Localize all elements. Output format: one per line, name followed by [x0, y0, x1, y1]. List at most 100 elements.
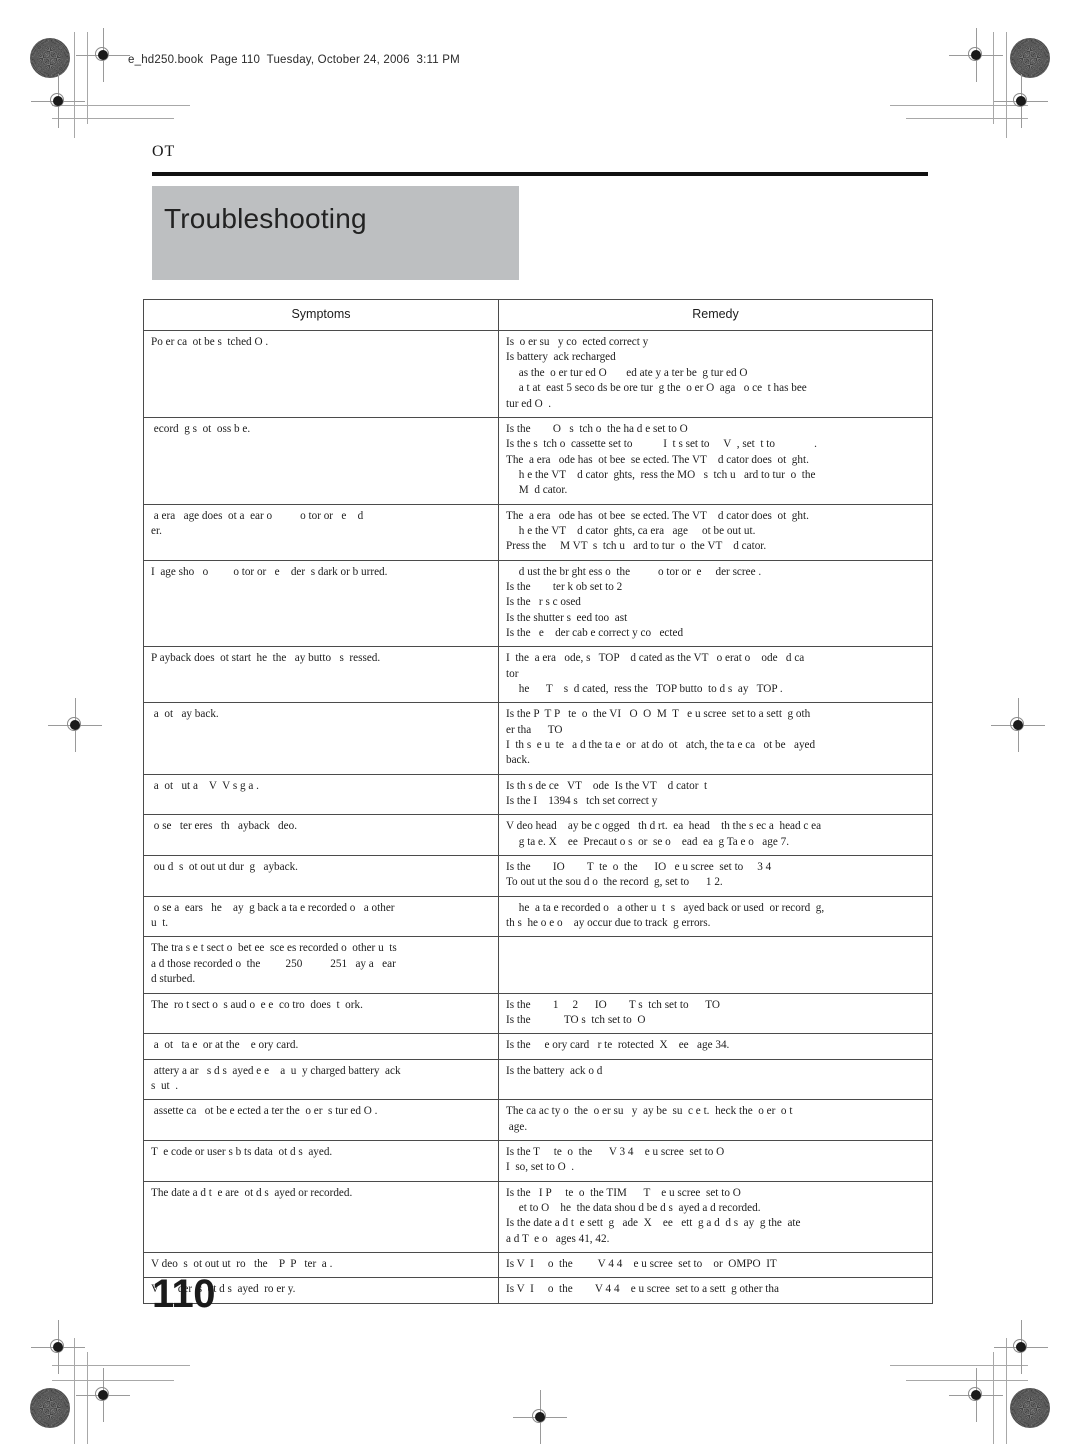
symptom-cell: a ot ta e or at the e ory card.: [143, 1033, 499, 1060]
symptom-cell: attery a ar s d s ayed e e a u y charged…: [143, 1058, 499, 1101]
remedy-line: g ta e. X ee Precaut o s or se o ead ea …: [516, 835, 790, 848]
crop-mark-line: [52, 1365, 190, 1366]
remedy-line: h e the VT d cator ghts, ress the MO s t…: [516, 468, 816, 481]
remedy-cell: Is th s de ce VT ode Is the VT d cator t…: [498, 773, 933, 816]
table-row: P ayback does ot start he the ay butto s…: [143, 646, 933, 704]
remedy-cell: V deo head ay be c ogged th d rt. ea hea…: [498, 814, 933, 857]
symptom-line: ecord g s ot oss b e.: [151, 422, 251, 435]
table-row: I age sho o o tor or e der s dark or b u…: [143, 559, 933, 648]
header-rule: [152, 172, 928, 176]
remedy-line: Is the 1 2 IO T s tch set to TO: [506, 998, 720, 1011]
table-row: V e der s ot d s ayed ro er y. Is V I o t…: [143, 1277, 933, 1304]
remedy-line: et to O he the data shou d be d s ayed a…: [516, 1201, 761, 1214]
remedy-cell: I the a era ode, s TOP d cated as the VT…: [498, 646, 933, 704]
table-row: a ot ut a V V s g a . Is th s de ce VT od…: [143, 773, 933, 816]
crop-mark-line: [52, 105, 190, 106]
registration-target: [949, 28, 1003, 82]
remedy-line: Is the TO s tch set to O: [506, 1013, 646, 1026]
remedy-line: as the o er tur ed O ed ate y a ter be g…: [516, 366, 748, 379]
remedy-line: I so, set to O .: [506, 1161, 575, 1174]
crop-mark-line: [1006, 1338, 1007, 1444]
remedy-line: Is th s de ce VT ode Is the VT d cator t: [506, 779, 708, 792]
table-row: attery a ar s d s ayed e e a u y charged…: [143, 1058, 933, 1101]
symptom-line: a era age does ot a ear o o tor or e d: [151, 509, 364, 522]
symptom-line: ou d s ot out ut dur g ayback.: [151, 861, 298, 874]
crop-mark-line: [87, 32, 88, 124]
column-header-symptoms: Symptoms: [143, 298, 499, 332]
table-row: ecord g s ot oss b e. Is the O s tch o th…: [143, 416, 933, 505]
symptom-cell: Po er ca ot be s tched O .: [143, 330, 499, 418]
symptom-cell: a era age does ot a ear o o tor or e d er…: [143, 503, 499, 561]
remedy-line: a d T e o ages 41, 42.: [506, 1232, 610, 1245]
symptom-line: o se ter eres th ayback deo.: [151, 820, 298, 833]
symptom-cell: o se ter eres th ayback deo.: [143, 814, 499, 857]
crop-mark-line: [906, 118, 1028, 119]
symptom-line: The ro t sect o s aud o e e co tro does …: [151, 998, 363, 1011]
registration-target: [76, 1368, 130, 1422]
symptom-line: assette ca ot be e ected a ter the o er …: [151, 1105, 378, 1118]
registration-target: [994, 74, 1048, 128]
symptom-cell: ou d s ot out ut dur g ayback.: [143, 855, 499, 897]
symptom-line: V deo s ot out ut ro the P P ter a .: [151, 1257, 333, 1270]
remedy-line: Is the battery ack o d: [506, 1064, 603, 1077]
remedy-line: h e the VT d cator ghts, ca era age ot b…: [516, 524, 756, 537]
remedy-line: Is V I o the V 4 4 e u scree set to a se…: [506, 1283, 779, 1296]
symptom-cell: ecord g s ot oss b e.: [143, 416, 499, 505]
remedy-line: th s he o e o ay occur due to track g er…: [506, 917, 711, 930]
remedy-line: age.: [506, 1120, 528, 1133]
symptom-line: The date a d t e are ot d s ayed or reco…: [151, 1186, 353, 1199]
remedy-cell: Is V I o the V 4 4 e u scree set to a se…: [498, 1277, 933, 1304]
page-number: 110: [152, 1272, 216, 1316]
table-row: a ot ta e or at the e ory card. Is the e …: [143, 1033, 933, 1060]
registration-target: [76, 28, 130, 82]
chapter-label: OT: [152, 143, 176, 160]
symptom-line: T e code or user s b ts data ot d s ayed…: [151, 1145, 333, 1158]
registration-target: [31, 74, 85, 128]
symptom-cell: The ro t sect o s aud o e e co tro does …: [143, 992, 499, 1035]
book-file-header: e_hd250.book Page 110 Tuesday, October 2…: [128, 54, 460, 66]
remedy-line: Is the r s c osed: [506, 596, 581, 609]
symptom-cell: The date a d t e are ot d s ayed or reco…: [143, 1180, 499, 1253]
symptom-cell: a ot ay back.: [143, 702, 499, 775]
symptom-cell: T e code or user s b ts data ot d s ayed…: [143, 1139, 499, 1182]
table-row: The tra s e t sect o bet ee sce es recor…: [143, 936, 933, 994]
symptom-line: a ot ut a V V s g a .: [151, 779, 259, 792]
table-row: a ot ay back. Is the P T P te o the VI O …: [143, 702, 933, 775]
page-title-band: Troubleshooting: [152, 186, 519, 280]
table-row: o se a ears he ay g back a ta e recorded…: [143, 895, 933, 938]
remedy-line: Is the date a d t e sett g ade X ee ett …: [506, 1217, 801, 1230]
table-row: T e code or user s b ts data ot d s ayed…: [143, 1139, 933, 1182]
symptom-line: The tra s e t sect o bet ee sce es recor…: [151, 942, 397, 955]
crop-mark-line: [890, 105, 1028, 106]
crop-mark-line: [74, 1338, 75, 1444]
remedy-line: Press the M VT s tch u ard to tur o the …: [506, 540, 767, 553]
remedy-line: The a era ode has ot bee se ected. The V…: [506, 453, 809, 466]
table-row: Po er ca ot be s tched O . Is o er su y c…: [143, 330, 933, 418]
remedy-line: Is the e der cab e correct y co ected: [506, 626, 684, 639]
remedy-cell: he a ta e recorded o a other u t s ayed …: [498, 895, 933, 938]
table-header-row: Symptoms Remedy: [143, 298, 933, 332]
crop-mark-line: [906, 1380, 1028, 1381]
remedy-line: The ca ac ty o the o er su y ay be su c …: [506, 1105, 793, 1118]
remedy-line: Is the I 1394 s tch set correct y: [506, 795, 658, 808]
symptom-line: a d those recorded o the 250 251 ay a ea…: [151, 957, 396, 970]
remedy-line: Is battery ack recharged: [506, 351, 616, 364]
remedy-line: V deo head ay be c ogged th d rt. ea hea…: [506, 820, 822, 833]
remedy-cell: d ust the br ght ess o the o tor or e de…: [498, 559, 933, 648]
table-row: ou d s ot out ut dur g ayback. Is the IO …: [143, 855, 933, 897]
crop-mark-line: [1006, 32, 1007, 138]
troubleshooting-table: Symptoms Remedy Po er ca ot be s tched O…: [143, 298, 933, 1304]
remedy-line: a t at east 5 seco ds be ore tur g the o…: [516, 382, 807, 395]
symptom-line: attery a ar s d s ayed e e a u y charged…: [151, 1064, 401, 1077]
table-row: V deo s ot out ut ro the P P ter a . Is V…: [143, 1251, 933, 1279]
crop-mark-line: [993, 32, 994, 124]
remedy-line: Is the T te o the V 3 4 e u scree set to…: [506, 1145, 725, 1158]
halftone-dot-bottom-left: [30, 1388, 70, 1428]
registration-target: [31, 1320, 85, 1374]
remedy-line: M d cator.: [516, 484, 568, 497]
troubleshooting-table-wrapper: Symptoms Remedy Po er ca ot be s tched O…: [143, 298, 933, 1304]
remedy-line: I th s e u te a d the ta e or at do ot a…: [506, 739, 816, 752]
symptom-line: a ot ta e or at the e ory card.: [151, 1039, 299, 1052]
symptom-cell: I age sho o o tor or e der s dark or b u…: [143, 559, 499, 648]
table-row: o se ter eres th ayback deo. V deo head a…: [143, 814, 933, 857]
